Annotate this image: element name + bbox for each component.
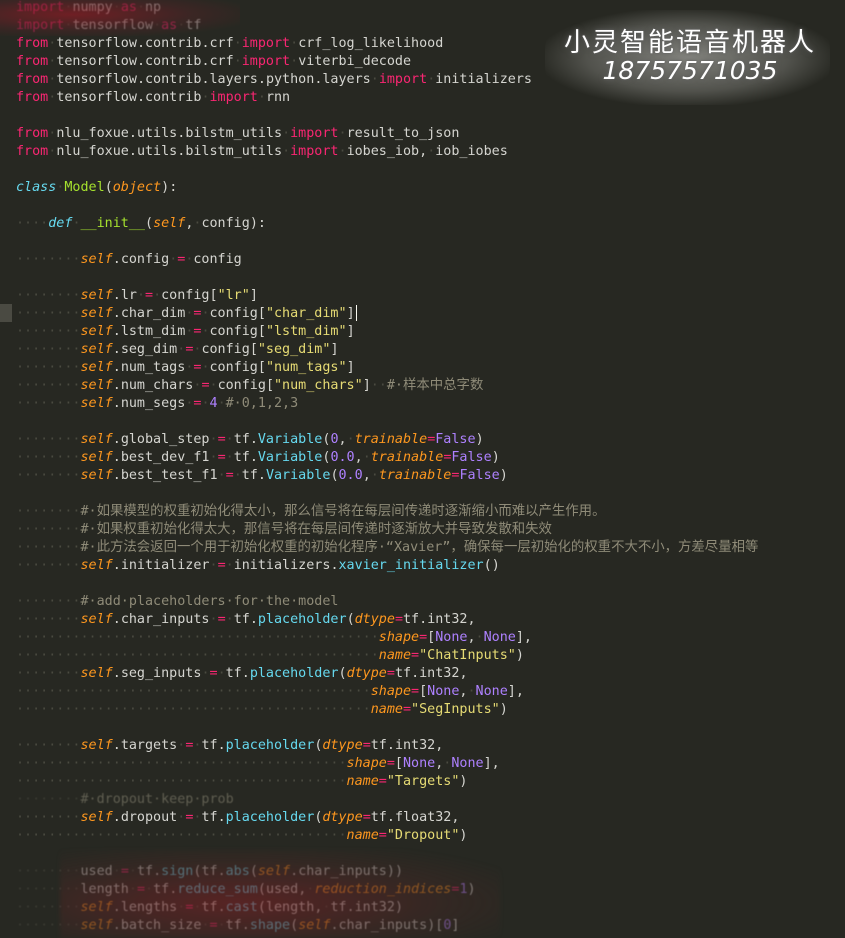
code-line[interactable]: ········································… <box>16 773 467 791</box>
code-line[interactable]: ········#·如果模型的权重初始化得太小，那么信号将在每层间传递时逐渐缩小… <box>16 503 605 521</box>
code-editor[interactable]: import·numpy·as·npimport·tensorflow·as·t… <box>0 0 845 938</box>
code-line[interactable]: ········#·如果权重初始化得太大，那信号将在每层间传递时逐渐放大并导致发… <box>16 521 552 539</box>
code-line[interactable]: ····def·__init__(self,·config): <box>16 215 266 233</box>
code-line[interactable]: ········································… <box>16 647 524 665</box>
code-line[interactable]: ········#·dropout·keep·prob <box>16 791 234 809</box>
code-line[interactable]: ········································… <box>16 683 524 701</box>
code-line[interactable]: ········self.num_segs·=·4·#·0,1,2,3 <box>16 395 298 413</box>
code-line[interactable]: from·tensorflow.contrib.crf·import·viter… <box>16 53 411 71</box>
code-line[interactable]: ········self.config·=·config <box>16 251 242 269</box>
code-line[interactable]: ········································… <box>16 629 532 647</box>
code-line[interactable]: ········self.seg_inputs·=·tf.placeholder… <box>16 665 468 683</box>
code-line[interactable]: class·Model(object): <box>16 179 177 197</box>
code-line[interactable]: from·nlu_foxue.utils.bilstm_utils·import… <box>16 143 508 161</box>
redaction-blur-bottom <box>60 850 500 938</box>
code-line[interactable]: ········self.num_chars·=·config["num_cha… <box>16 377 483 395</box>
code-line[interactable]: ········self.num_tags·=·config["num_tags… <box>16 359 355 377</box>
code-line[interactable]: ········self.best_test_f1·=·tf.Variable(… <box>16 467 508 485</box>
code-line[interactable]: from·nlu_foxue.utils.bilstm_utils·import… <box>16 125 459 143</box>
code-line[interactable]: ········self.lstm_dim·=·config["lstm_dim… <box>16 323 355 341</box>
watermark-phone: 18757571035 <box>602 56 778 85</box>
text-caret <box>356 305 357 321</box>
code-line[interactable]: ········································… <box>16 755 500 773</box>
redaction-blur-top <box>0 0 240 36</box>
code-line[interactable]: from·tensorflow.contrib.crf·import·crf_l… <box>16 35 443 53</box>
code-line[interactable]: ········································… <box>16 827 467 845</box>
code-line[interactable]: ········#·此方法会返回一个用于初始化权重的初始化程序·“Xavier”… <box>16 539 758 557</box>
code-line[interactable]: ········self.dropout·=·tf.placeholder(dt… <box>16 809 459 827</box>
code-line[interactable]: ········self.global_step·=·tf.Variable(0… <box>16 431 484 449</box>
code-line[interactable]: ········self.char_inputs·=·tf.placeholde… <box>16 611 476 629</box>
code-line[interactable]: ········#·add·placeholders·for·the·model <box>16 593 338 611</box>
code-line[interactable]: ········self.targets·=·tf.placeholder(dt… <box>16 737 443 755</box>
code-line[interactable]: from·tensorflow.contrib.layers.python.la… <box>16 71 532 89</box>
code-line[interactable]: ········self.initializer·=·initializers.… <box>16 557 500 575</box>
code-line[interactable]: ········self.best_dev_f1·=·tf.Variable(0… <box>16 449 500 467</box>
watermark-title: 小灵智能语音机器人 <box>563 28 816 58</box>
code-line[interactable]: ········self.char_dim·=·config["char_dim… <box>0 305 355 323</box>
code-line[interactable]: ········self.seg_dim·=·config["seg_dim"] <box>16 341 339 359</box>
code-line[interactable]: ········································… <box>16 701 508 719</box>
code-line[interactable]: from·tensorflow.contrib·import·rnn <box>16 89 290 107</box>
code-line[interactable]: ········self.lr·=·config["lr"] <box>16 287 258 305</box>
